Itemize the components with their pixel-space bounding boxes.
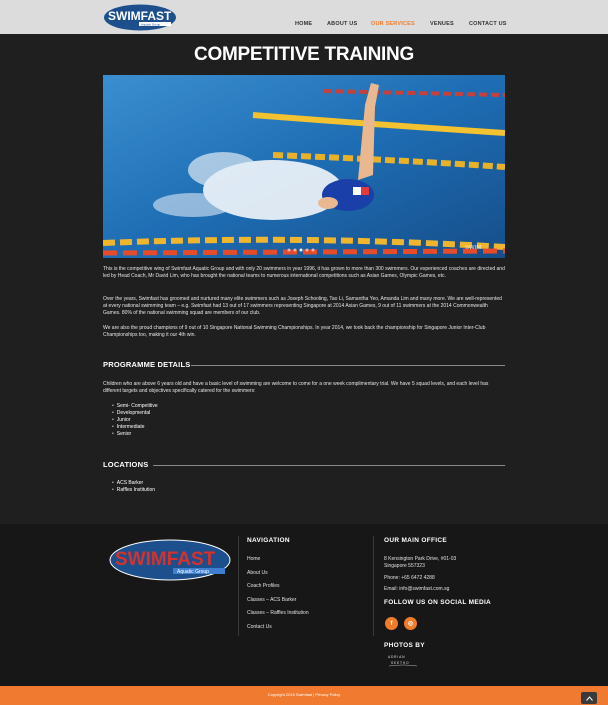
footer-divider [238,536,239,636]
list-item: Intermediate [112,424,158,431]
footer-link-about-us[interactable]: About Us [247,570,268,576]
office-address-line1: 8 Kensington Park Drive, #01-03 [384,556,457,562]
footer-divider [373,536,374,636]
hero-image: SWIM [103,75,505,258]
footer-logo[interactable]: SWIMFAST Aquatic Group [109,539,231,581]
footer-link-contact-us[interactable]: Contact Us [247,624,272,630]
copyright-text[interactable]: Copyright 2015 Swimfast | Privacy Policy [0,692,608,697]
nav-venues[interactable]: VENUES [430,21,454,27]
svg-text:SWIMFAST: SWIMFAST [108,9,172,23]
swimfast-logo[interactable]: SWIMFAST Aquatic Group [103,4,177,31]
squad-levels-list: Semi- Competitive Developmental Junior I… [112,403,158,438]
list-item: Senior [112,431,158,438]
locations-list: ACS Barker Raffles Institution [112,480,155,494]
svg-text:SWIM: SWIM [465,245,481,251]
office-heading: OUR MAIN OFFICE [384,537,447,544]
intro-paragraph-1: This is the competitive wing of Swimfast… [103,266,505,279]
office-email[interactable]: Email: info@swimfast.com.sg [384,586,449,593]
programme-text: Children who are above 6 years old and h… [103,381,489,394]
intro-paragraph-3: We are also the proud champions of 9 out… [103,325,486,338]
back-to-top-button[interactable] [581,692,597,704]
list-item: Semi- Competitive [112,403,158,410]
programme-divider [191,365,505,366]
svg-text:Aquatic Group: Aquatic Group [141,22,161,26]
instagram-icon[interactable]: ◎ [404,617,417,630]
svg-text:SWIMFAST: SWIMFAST [115,549,216,570]
list-item: ACS Barker [112,480,155,487]
intro-paragraph-2: Over the years, Swimfast has groomed and… [103,296,502,316]
office-address-line2: Singapore 557323 [384,563,425,569]
list-item: Raffles Institution [112,487,155,494]
footer-link-home[interactable]: Home [247,556,260,562]
locations-divider [153,465,505,466]
svg-text:ADRIAN: ADRIAN [388,655,405,659]
social-heading: FOLLOW US ON SOCIAL MEDIA [384,599,492,606]
chevron-up-icon [585,695,593,701]
footer-link-classes-raffles[interactable]: Classes – Raffles Institution [247,610,309,616]
nav-contact-us[interactable]: CONTACT US [469,21,507,27]
site-footer [0,524,608,686]
nav-about-us[interactable]: ABOUT US [327,21,357,27]
programme-heading: PROGRAMME DETAILS [103,360,191,369]
list-item: Developmental [112,410,158,417]
list-item: Junior [112,417,158,424]
footer-link-coach-profiles[interactable]: Coach Profiles [247,583,280,589]
office-phone: Phone: +65 6472 4288 [384,575,435,581]
facebook-icon[interactable]: f [385,617,398,630]
photographer-signature: ADRIAN SEETHO [388,655,418,667]
svg-text:Aquatic Group: Aquatic Group [177,569,209,575]
page-title: COMPETITIVE TRAINING [194,44,414,65]
nav-our-services[interactable]: OUR SERVICES [371,21,415,27]
site-header: SWIMFAST Aquatic Group HOME ABOUT US OUR… [0,0,608,34]
nav-home[interactable]: HOME [295,21,312,27]
footer-link-classes-acs[interactable]: Classes – ACS Barker [247,597,296,603]
photos-heading: PHOTOS BY [384,642,425,649]
footer-nav-heading: NAVIGATION [247,537,290,544]
svg-text:SEETHO: SEETHO [391,661,409,665]
hero-slideshow[interactable]: SWIM [103,75,505,258]
locations-heading: LOCATIONS [103,460,149,469]
